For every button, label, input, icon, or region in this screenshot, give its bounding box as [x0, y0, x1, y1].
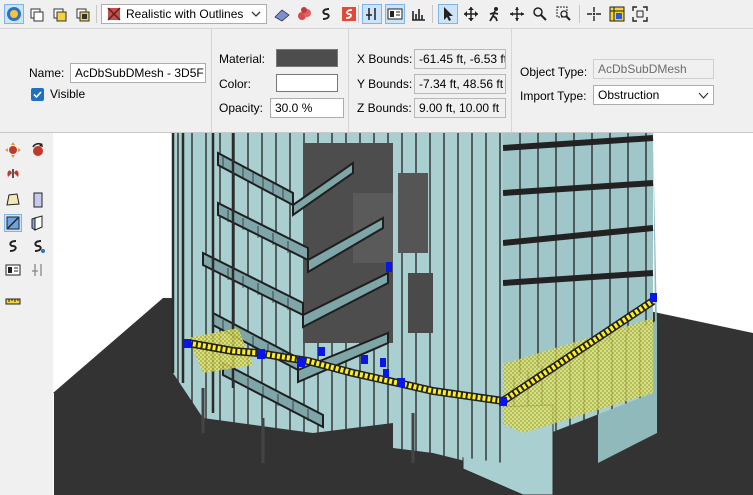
- ruler-icon[interactable]: [4, 292, 22, 310]
- import-type-value: Obstruction: [598, 88, 660, 102]
- view-mode-label: Realistic with Outlines: [126, 7, 244, 21]
- camera-icon[interactable]: [4, 163, 22, 181]
- zoom-extents-icon[interactable]: [4, 4, 24, 24]
- y-bounds-label: Y Bounds:: [357, 77, 413, 91]
- opacity-label: Opacity:: [219, 101, 264, 115]
- name-field[interactable]: AcDbSubDMesh - 3D5F: [70, 63, 206, 83]
- y-bounds-field: -7.34 ft, 48.56 ft: [414, 74, 506, 94]
- zoom-icon[interactable]: [530, 4, 550, 24]
- pan-icon[interactable]: [461, 4, 481, 24]
- left-toolbar: [0, 133, 53, 495]
- wall-icon[interactable]: [29, 191, 47, 209]
- walk-icon[interactable]: [484, 4, 504, 24]
- properties-panel: Name: AcDbSubDMesh - 3D5F Visible Materi…: [0, 29, 753, 133]
- path-tool-icon[interactable]: [4, 237, 22, 255]
- visible-label: Visible: [50, 87, 86, 101]
- chart-icon[interactable]: [408, 4, 428, 24]
- object-type-field: AcDbSubDMesh: [593, 59, 714, 79]
- object-type-label: Object Type:: [520, 65, 588, 79]
- split-icon[interactable]: [29, 261, 47, 279]
- name-label: Name:: [29, 66, 65, 80]
- x-bounds-field: -61.45 ft, -6.53 ft: [414, 49, 506, 69]
- point-icon[interactable]: [584, 4, 604, 24]
- opacity-field[interactable]: 30.0 %: [270, 98, 344, 118]
- orbit-icon[interactable]: [4, 141, 22, 159]
- material-swatch[interactable]: [276, 49, 338, 67]
- dimension-icon[interactable]: [339, 4, 359, 24]
- main-toolbar: Realistic with Outlines: [0, 0, 753, 29]
- import-type-label: Import Type:: [520, 89, 587, 103]
- arrow-icon[interactable]: [438, 4, 458, 24]
- hazard-icon[interactable]: [294, 4, 314, 24]
- z-bounds-field: 9.00 ft, 10.00 ft: [414, 98, 506, 118]
- fit-icon[interactable]: [630, 4, 650, 24]
- rotate-view-icon[interactable]: [4, 191, 22, 209]
- chevron-down-icon: [251, 11, 261, 17]
- visible-checkbox[interactable]: [31, 88, 44, 101]
- checkmark-icon: [33, 91, 42, 99]
- plane-view-icon[interactable]: [4, 214, 22, 232]
- import-type-dropdown[interactable]: Obstruction: [593, 85, 714, 105]
- new-floor-icon[interactable]: [27, 4, 47, 24]
- color-swatch[interactable]: [276, 74, 338, 92]
- material-label: Material:: [219, 52, 266, 66]
- building-model[interactable]: [53, 133, 753, 495]
- hide-icon[interactable]: [362, 4, 382, 24]
- cube-icon[interactable]: [50, 4, 70, 24]
- view-mode-dropdown[interactable]: Realistic with Outlines: [101, 4, 267, 24]
- box-icon[interactable]: [29, 214, 47, 232]
- render-mode-icon: [107, 7, 121, 21]
- plane-icon[interactable]: [272, 4, 292, 24]
- path-edit-icon[interactable]: [29, 237, 47, 255]
- rotate-icon[interactable]: [29, 141, 47, 159]
- grid-icon[interactable]: [607, 4, 627, 24]
- x-bounds-label: X Bounds:: [357, 52, 413, 66]
- solid-icon[interactable]: [73, 4, 93, 24]
- move-icon[interactable]: [507, 4, 527, 24]
- color-label: Color:: [219, 77, 252, 91]
- zoom-window-icon[interactable]: [554, 4, 574, 24]
- properties-icon[interactable]: [4, 261, 22, 279]
- path-icon[interactable]: [316, 4, 336, 24]
- select-icon[interactable]: [385, 4, 405, 24]
- z-bounds-label: Z Bounds:: [357, 101, 412, 115]
- chevron-down-icon: [698, 92, 709, 99]
- 3d-viewport[interactable]: [53, 133, 753, 495]
